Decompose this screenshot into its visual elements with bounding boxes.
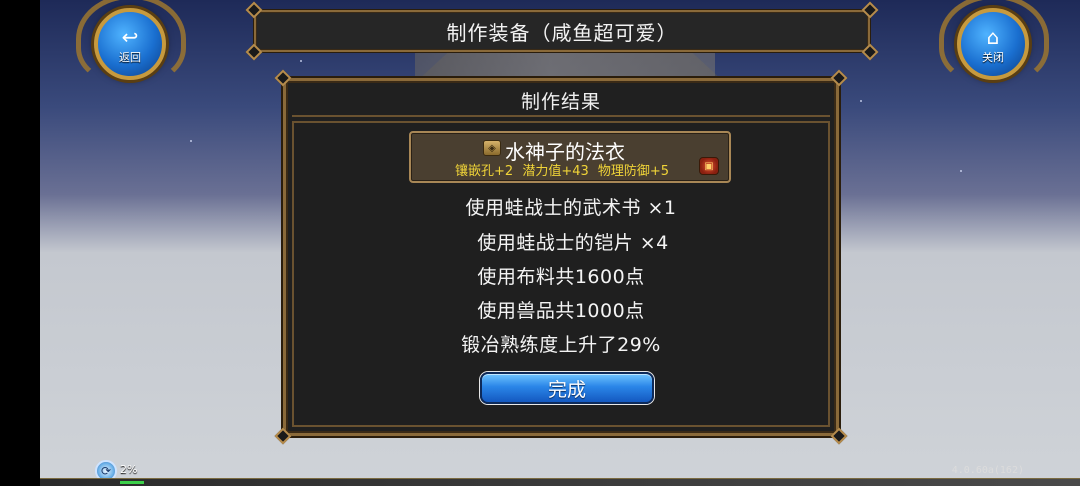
page-title: 制作装备（咸鱼超可爱） (446, 20, 678, 45)
screen-edge (0, 0, 40, 486)
version-label: 4.0.60a(162) (951, 465, 1024, 476)
progress-fill (120, 481, 144, 484)
result-line: 锻冶熟练度上升了29% (461, 334, 661, 356)
star (960, 170, 962, 172)
star (860, 100, 862, 102)
progress-bar (40, 478, 1080, 486)
item-stat: 镶嵌孔+2 (455, 164, 514, 179)
star (300, 60, 302, 62)
crafted-item-card[interactable]: ◈ 水神子的法衣 镶嵌孔+2 潜力值+43 物理防御+5 ▣ (409, 131, 731, 183)
close-button-label: 关闭 (982, 51, 1004, 64)
result-panel-title: 制作结果 (520, 90, 601, 113)
treasure-chest-icon[interactable]: ▣ (699, 157, 719, 175)
result-panel-body: ◈ 水神子的法衣 镶嵌孔+2 潜力值+43 物理防御+5 ▣ 使用蛙战士的武术书… (292, 121, 830, 427)
star (190, 140, 192, 142)
complete-button[interactable]: 完成 (480, 372, 654, 404)
crafted-item-stats: 镶嵌孔+2 潜力值+43 物理防御+5 (455, 160, 674, 179)
result-line: 使用兽品共1000点 (477, 300, 645, 322)
robe-icon: ◈ (483, 140, 501, 156)
back-arrow-icon: ↩ (121, 25, 139, 49)
back-button[interactable]: ↩ 返回 (76, 0, 186, 84)
title-bar: 制作装备（咸鱼超可爱） (245, 1, 879, 61)
back-button-label: 返回 (119, 51, 141, 64)
item-stat: 物理防御+5 (597, 164, 670, 179)
result-line: 使用布料共1600点 (477, 266, 645, 288)
download-percent: 2% (120, 463, 138, 476)
item-stat: 潜力值+43 (522, 164, 589, 179)
home-icon: ⌂ (986, 25, 1000, 49)
result-panel-header: 制作结果 (292, 85, 830, 117)
result-line: 使用蛙战士的铠片 ×4 (477, 232, 669, 254)
close-button[interactable]: ⌂ 关闭 (939, 0, 1049, 84)
result-panel: 制作结果 ◈ 水神子的法衣 镶嵌孔+2 潜力值+43 物理防御+5 ▣ 使用蛙战… (274, 69, 848, 445)
result-line: 使用蛙战士的武术书 ×1 (465, 197, 677, 219)
